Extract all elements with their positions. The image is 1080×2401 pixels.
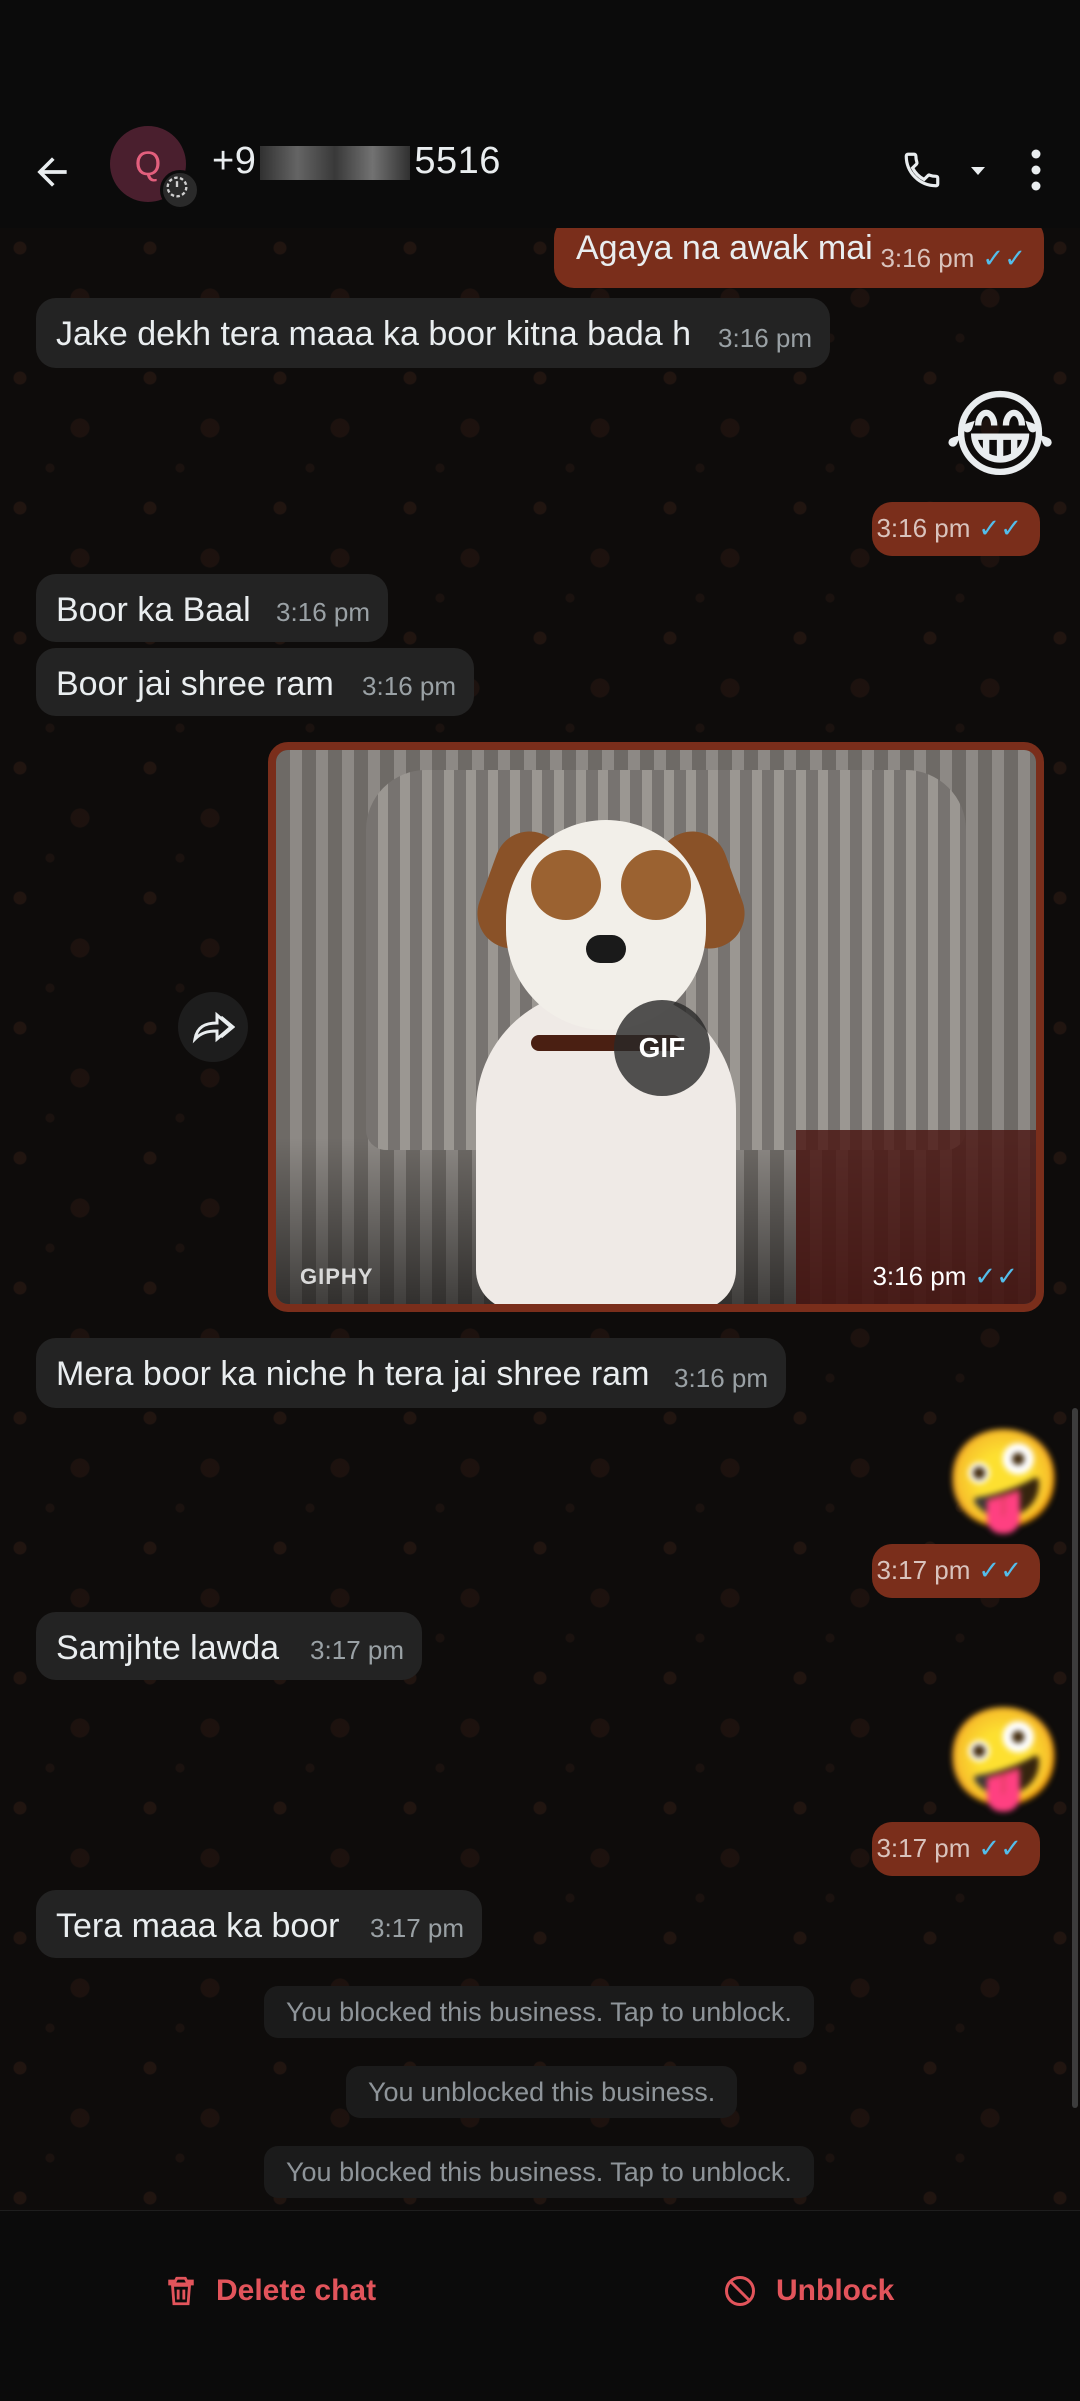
- gif-play-button[interactable]: GIF: [614, 1000, 710, 1096]
- message-emoji[interactable]: 🤪: [944, 1708, 1064, 1808]
- voice-call-button[interactable]: [890, 138, 954, 202]
- contact-name[interactable]: +9 5516: [212, 140, 501, 183]
- read-receipt-icon: ✓✓: [974, 1261, 1018, 1291]
- redacted-digits: [260, 145, 411, 180]
- message-time: 3:16 pm: [362, 671, 456, 701]
- block-icon: [725, 2276, 755, 2306]
- message-text: Jake dekh tera maaa ka boor kitna bada h: [56, 315, 692, 353]
- message-time: 3:17 pm ✓✓: [876, 1833, 1022, 1863]
- forward-button[interactable]: [178, 992, 248, 1062]
- system-notice-blocked[interactable]: You blocked this business. Tap to unbloc…: [264, 2146, 814, 2198]
- blocked-actions-bar: Delete chat Unblock: [0, 2210, 1080, 2401]
- message-emoji[interactable]: 😂: [944, 386, 1056, 486]
- unblock-button[interactable]: Unblock: [722, 2261, 894, 2321]
- message-time: 3:16 pm: [718, 323, 812, 353]
- message-text: Boor jai shree ram: [56, 665, 334, 703]
- message-time: 3:16 pm: [674, 1363, 768, 1393]
- trash-icon: [168, 2276, 194, 2306]
- delete-chat-button[interactable]: Delete chat: [164, 2261, 376, 2321]
- more-options-button[interactable]: [1008, 138, 1064, 202]
- system-notice-unblocked: You unblocked this business.: [346, 2066, 738, 2118]
- gif-message[interactable]: GIF GIPHY 3:16 pm ✓✓: [268, 742, 1044, 1312]
- dropdown-arrow-icon: [971, 167, 985, 175]
- read-receipt-icon: ✓✓: [982, 243, 1026, 273]
- message-time: 3:16 pm: [276, 597, 370, 627]
- system-notice-blocked[interactable]: You blocked this business. Tap to unbloc…: [264, 1986, 814, 2038]
- message-text: Tera maaa ka boor: [56, 1907, 340, 1945]
- message-time: 3:17 pm ✓✓: [876, 1555, 1022, 1585]
- chat-area[interactable]: Agaya na awak mai 3:16 pm ✓✓ Jake dekh te…: [0, 228, 1080, 2210]
- message-bubble-incoming[interactable]: Jake dekh tera maaa ka boor kitna bada h…: [36, 298, 830, 368]
- message-time-bubble: 3:17 pm ✓✓: [872, 1544, 1040, 1598]
- message-time: 3:16 pm ✓✓: [880, 243, 1026, 273]
- message-text: Boor ka Baal: [56, 591, 251, 629]
- message-text: Samjhte lawda: [56, 1629, 280, 1667]
- message-bubble-outgoing[interactable]: Agaya na awak mai 3:16 pm ✓✓: [554, 228, 1044, 288]
- message-text: Mera boor ka niche h tera jai shree ram: [56, 1355, 650, 1393]
- unblock-label: Unblock: [776, 2274, 895, 2307]
- message-time-bubble: 3:16 pm ✓✓: [872, 502, 1040, 556]
- message-time: 3:17 pm: [370, 1913, 464, 1943]
- status-bar: [0, 0, 1080, 120]
- avatar-letter: Q: [134, 144, 162, 183]
- giphy-watermark: GIPHY: [300, 1264, 374, 1289]
- message-bubble-incoming[interactable]: Samjhte lawda 3:17 pm: [36, 1612, 422, 1680]
- message-bubble-incoming[interactable]: Boor ka Baal 3:16 pm: [36, 574, 388, 642]
- scrollbar[interactable]: [1072, 1408, 1078, 2108]
- call-options-button[interactable]: [958, 144, 998, 198]
- back-button[interactable]: [20, 140, 84, 204]
- message-emoji[interactable]: 🤪: [944, 1430, 1064, 1530]
- message-time-bubble: 3:17 pm ✓✓: [872, 1822, 1040, 1876]
- contact-prefix: +9: [212, 140, 257, 182]
- read-receipt-icon: ✓✓: [978, 513, 1022, 543]
- disappearing-timer-icon: [160, 170, 200, 210]
- read-receipt-icon: ✓✓: [978, 1833, 1022, 1863]
- message-bubble-incoming[interactable]: Mera boor ka niche h tera jai shree ram …: [36, 1338, 786, 1408]
- message-time: 3:16 pm ✓✓: [876, 513, 1022, 543]
- message-time: 3:17 pm: [310, 1635, 404, 1665]
- message-bubble-incoming[interactable]: Tera maaa ka boor 3:17 pm: [36, 1890, 482, 1958]
- message-bubble-incoming[interactable]: Boor jai shree ram 3:16 pm: [36, 648, 474, 716]
- contact-suffix: 5516: [414, 140, 501, 182]
- message-text: Agaya na awak mai: [576, 229, 873, 267]
- back-arrow-icon: [37, 157, 67, 187]
- delete-chat-label: Delete chat: [216, 2274, 377, 2307]
- more-options-icon: [1031, 149, 1041, 191]
- message-time: 3:16 pm ✓✓: [872, 1261, 1018, 1291]
- forward-icon: [192, 1011, 235, 1044]
- read-receipt-icon: ✓✓: [978, 1555, 1022, 1585]
- phone-icon: [904, 152, 940, 188]
- chat-header: Q +9 5516: [0, 120, 1080, 228]
